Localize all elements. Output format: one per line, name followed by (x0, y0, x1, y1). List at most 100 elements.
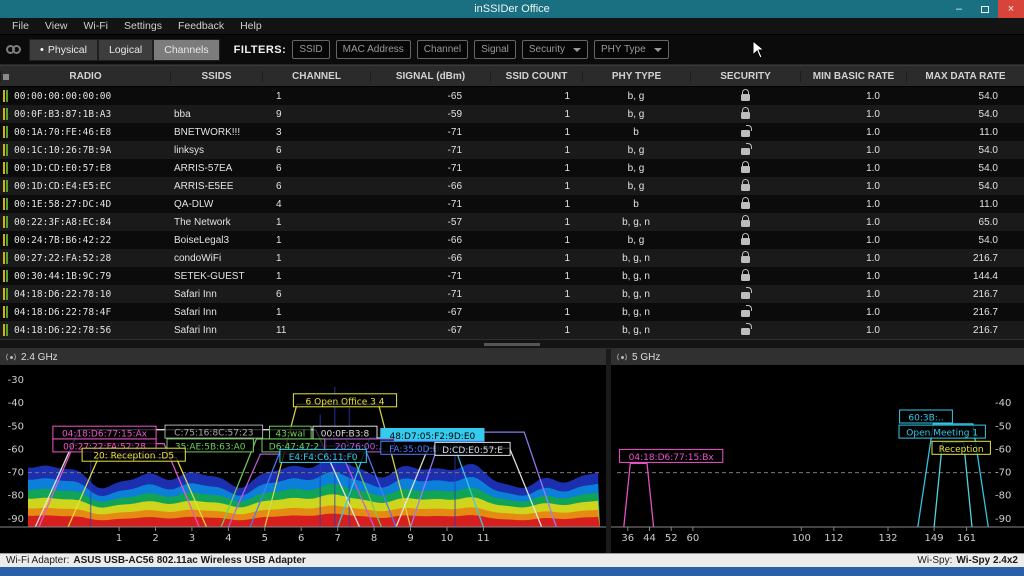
cell-phy-type: b, g (582, 91, 690, 102)
table-row[interactable]: 00:00:00:00:00:00 1 -65 1 b, g 1.0 54.0 (0, 87, 1024, 105)
cell-phy-type: b, g, n (582, 307, 690, 318)
cell-min-rate: 1.0 (800, 325, 906, 336)
cell-ssid-count: 1 (490, 217, 582, 228)
cell-radio: 04:18:D6:22:78:10 (0, 288, 170, 300)
column-header[interactable]: SIGNAL (dBm) (370, 71, 490, 82)
cell-signal: -71 (370, 271, 490, 282)
svg-text:00:0F:B3:8: 00:0F:B3:8 (321, 430, 370, 440)
column-header[interactable]: RADIO (0, 71, 170, 82)
table-row[interactable]: 00:22:3F:A8:EC:84 The Network 1 -57 1 b,… (0, 213, 1024, 231)
filter-input[interactable]: MAC Address (336, 40, 411, 59)
table-row[interactable]: 00:1D:CD:E4:E5:EC ARRIS-E5EE 6 -66 1 b, … (0, 177, 1024, 195)
cell-channel: 6 (262, 181, 370, 192)
cell-ssid: BoiseLegal3 (170, 235, 262, 246)
view-tab[interactable]: Physical (29, 39, 98, 61)
lock-icon (741, 220, 750, 227)
taskbar-strip (0, 567, 1024, 576)
table-row[interactable]: 04:18:D6:22:78:10 Safari Inn 6 -71 1 b, … (0, 285, 1024, 303)
table-row[interactable]: 04:18:D6:22:78:56 Safari Inn 11 -67 1 b,… (0, 321, 1024, 339)
column-header[interactable]: MAX DATA RATE (906, 71, 1024, 82)
column-header[interactable]: CHANNEL (262, 71, 370, 82)
table-row[interactable]: 00:1A:70:FE:46:E8 BNETWORK!!! 3 -71 1 b … (0, 123, 1024, 141)
cell-min-rate: 1.0 (800, 271, 906, 282)
cell-phy-type: b, g (582, 163, 690, 174)
menu-item[interactable]: View (37, 20, 76, 32)
cell-min-rate: 1.0 (800, 235, 906, 246)
spectrum-chart-5ghz[interactable]: 36445260100112132149161-40-50-60-70-80-9… (611, 365, 1024, 553)
cell-max-rate: 216.7 (906, 325, 1024, 336)
maximize-button[interactable] (972, 0, 998, 18)
cell-security (690, 142, 800, 158)
cell-min-rate: 1.0 (800, 253, 906, 264)
signal-indicator-icon (3, 306, 8, 318)
minimize-button[interactable]: – (946, 0, 972, 18)
lock-icon (741, 184, 750, 191)
svg-text:-50: -50 (995, 421, 1011, 432)
cell-security (690, 304, 800, 320)
cell-security (690, 286, 800, 302)
lock-icon (741, 292, 750, 299)
column-header[interactable]: PHY TYPE (582, 71, 690, 82)
cell-ssid-count: 1 (490, 199, 582, 210)
table-row[interactable]: 00:0F:B3:87:1B:A3 bba 9 -59 1 b, g 1.0 5… (0, 105, 1024, 123)
close-button[interactable]: × (998, 0, 1024, 18)
filter-input[interactable]: PHY Type (594, 40, 669, 59)
view-tab[interactable]: Logical (98, 39, 153, 61)
chart-5ghz-header: 5 GHz (611, 349, 1024, 365)
svg-text:48:D7:05:F2:9D:E0: 48:D7:05:F2:9D:E0 (390, 432, 476, 442)
column-header[interactable]: MIN BASIC RATE (800, 71, 906, 82)
column-header[interactable]: SECURITY (690, 71, 800, 82)
view-tab[interactable]: Channels (153, 39, 219, 61)
menu-item[interactable]: Help (232, 20, 270, 32)
menu-item[interactable]: Feedback (170, 20, 232, 32)
svg-text:7: 7 (335, 533, 341, 544)
cell-channel: 3 (262, 127, 370, 138)
signal-indicator-icon (3, 162, 8, 174)
svg-text:8: 8 (371, 533, 377, 544)
svg-text:-70: -70 (995, 468, 1011, 479)
cell-ssid: Safari Inn (170, 289, 262, 300)
table-row[interactable]: 00:30:44:1B:9C:79 SETEK-GUEST 1 -71 1 b,… (0, 267, 1024, 285)
cell-radio: 00:1D:CD:E0:57:E8 (0, 162, 170, 174)
cell-security (690, 88, 800, 104)
menu-item[interactable]: File (4, 20, 37, 32)
lock-icon (741, 202, 750, 209)
menu-item[interactable]: Wi-Fi (76, 20, 117, 32)
svg-text:-80: -80 (8, 491, 24, 502)
cell-radio: 00:27:22:FA:52:28 (0, 252, 170, 264)
column-header[interactable]: SSIDS (170, 71, 262, 82)
spectrum-chart-2-4ghz[interactable]: 1234567891011-30-40-50-60-70-80-906 Open… (0, 365, 606, 553)
table-row[interactable]: 00:1D:CD:E0:57:E8 ARRIS-57EA 6 -71 1 b, … (0, 159, 1024, 177)
cell-radio: 00:30:44:1B:9C:79 (0, 270, 170, 282)
lock-icon (741, 256, 750, 263)
filter-input[interactable]: SSID (292, 40, 329, 59)
menu-item[interactable]: Settings (116, 20, 170, 32)
horizontal-splitter[interactable] (0, 339, 1024, 349)
cell-ssid-count: 1 (490, 163, 582, 174)
cell-phy-type: b, g, n (582, 217, 690, 228)
svg-text:Reception: Reception (939, 445, 984, 455)
cell-max-rate: 54.0 (906, 235, 1024, 246)
cell-ssid: linksys (170, 145, 262, 156)
signal-indicator-icon (3, 198, 8, 210)
table-row[interactable]: 00:1C:10:26:7B:9A linksys 6 -71 1 b, g 1… (0, 141, 1024, 159)
cell-ssid-count: 1 (490, 145, 582, 156)
cell-radio: 04:18:D6:22:78:4F (0, 306, 170, 318)
cell-signal: -59 (370, 109, 490, 120)
table-row[interactable]: 00:1E:58:27:DC:4D QA-DLW 4 -71 1 b 1.0 1… (0, 195, 1024, 213)
filter-input[interactable]: Signal (474, 40, 516, 59)
app-window: inSSIDer Office – × FileViewWi-FiSetting… (0, 0, 1024, 576)
link-icon[interactable] (6, 45, 21, 54)
table-row[interactable]: 00:24:7B:B6:42:22 BoiseLegal3 1 -66 1 b,… (0, 231, 1024, 249)
cell-max-rate: 65.0 (906, 217, 1024, 228)
table-row[interactable]: 04:18:D6:22:78:4F Safari Inn 1 -67 1 b, … (0, 303, 1024, 321)
cell-max-rate: 216.7 (906, 289, 1024, 300)
filter-input[interactable]: Channel (417, 40, 468, 59)
svg-text:60:3B:..: 60:3B:.. (908, 414, 943, 424)
cell-channel: 6 (262, 289, 370, 300)
table-row[interactable]: 00:27:22:FA:52:28 condoWiFi 1 -66 1 b, g… (0, 249, 1024, 267)
filter-input[interactable]: Security (522, 40, 588, 59)
column-header[interactable]: SSID COUNT (490, 71, 582, 82)
svg-text:Open Meeting 1: Open Meeting 1 (906, 429, 978, 439)
svg-text:112: 112 (824, 533, 843, 544)
